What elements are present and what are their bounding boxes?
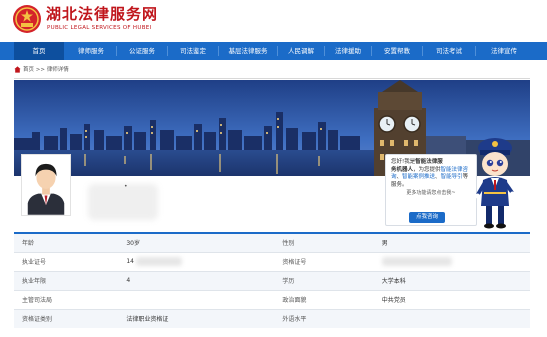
education-label: 学历 [274,270,374,290]
breadcrumb-separator: >> [35,67,45,73]
assistant-intro: ，为您提供 [413,166,441,173]
nav-item-legal-aid[interactable]: 法律援助 [325,42,371,60]
site-header: 湖北法律服务网 PUBLIC LEGAL SERVICES OF HUBEI [0,0,547,38]
assistant-greeting: 您好!我是 [391,159,416,165]
practice-years-value: 4 [118,270,275,290]
table-row: 主管司法局 政治面貌 中共党员 [14,289,530,309]
divider [14,78,530,79]
home-icon [14,66,21,73]
national-emblem-icon [13,5,41,33]
table-row: 执业年限 4 学历 大学本科 [14,270,530,290]
certificate-type-value: 法律职业资格证 [118,308,275,328]
supervising-bureau-label: 主管司法局 [14,289,119,309]
lawyer-avatar [21,154,71,216]
table-row: 资格证类别 法律职业资格证 外语水平 [14,308,530,328]
nav-item-resettlement[interactable]: 安置帮教 [372,42,422,60]
political-status-label: 政治面貌 [274,289,374,309]
assistant-more-text: 更多功能请您点击我~ [406,190,456,196]
nav-item-home[interactable]: 首页 [14,42,64,60]
consult-button[interactable]: 点我咨询 [409,212,445,223]
assistant-bot-name-1: 智能法律服 [415,159,443,165]
foreign-language-value [373,308,530,328]
assistant-bot-name-2: 务机器人 [391,166,414,173]
gender-label: 性别 [274,232,374,252]
site-title[interactable]: 湖北法律服务网 [46,3,158,24]
license-no-label: 执业证号 [14,251,119,271]
lawyer-name-mark: • [124,183,128,190]
qualification-no-label: 资格证号 [274,251,374,271]
age-value: 30岁 [118,232,275,252]
breadcrumb-current: 律师详情 [46,67,69,73]
nav-item-forensic[interactable]: 司法鉴定 [168,42,218,60]
political-status-value: 中共党员 [373,289,530,309]
table-row: 执业证号 14 资格证号 [14,251,530,271]
lawyer-name-redacted [88,184,158,220]
qualification-no-cell [373,251,530,271]
link-smart-guide[interactable]: 智能导引 [441,174,463,180]
nav-item-legal-publicity[interactable]: 法律宣传 [476,42,532,60]
practice-years-label: 执业年限 [14,270,119,290]
license-no-redacted [135,257,182,266]
table-row: 年龄 30岁 性别 男 [14,232,530,252]
nav-item-mediation[interactable]: 人民调解 [278,42,324,60]
license-no-value: 14 [126,258,134,265]
license-no-cell: 14 [118,251,275,271]
nav-item-judicial-exam[interactable]: 司法考试 [423,42,475,60]
site-subtitle: PUBLIC LEGAL SERVICES OF HUBEI [47,25,152,31]
link-case-push[interactable]: 智能案例推送 [402,174,435,180]
foreign-language-label: 外语水平 [274,308,374,328]
main-nav: 首页 律师服务 公证服务 司法鉴定 基层法律服务 人民调解 法律援助 安置帮教 … [0,42,547,60]
qualification-no-redacted [381,257,452,266]
certificate-type-label: 资格证类别 [14,308,119,328]
education-value: 大学本科 [373,270,530,290]
breadcrumb-home[interactable]: 首页 [23,67,34,73]
nav-item-grassroots[interactable]: 基层法律服务 [219,42,277,60]
nav-item-lawyer[interactable]: 律师服务 [66,42,116,60]
age-label: 年龄 [14,232,119,252]
breadcrumb: 首页 >> 律师详情 [14,65,69,75]
robot-mascot-icon[interactable] [472,134,518,230]
nav-item-notary[interactable]: 公证服务 [117,42,167,60]
supervising-bureau-value [118,289,275,309]
lawyer-details-table: 年龄 30岁 性别 男 执业证号 14 资格证号 执业年限 4 学历 大学本科 … [14,232,530,328]
gender-value: 男 [373,232,530,252]
